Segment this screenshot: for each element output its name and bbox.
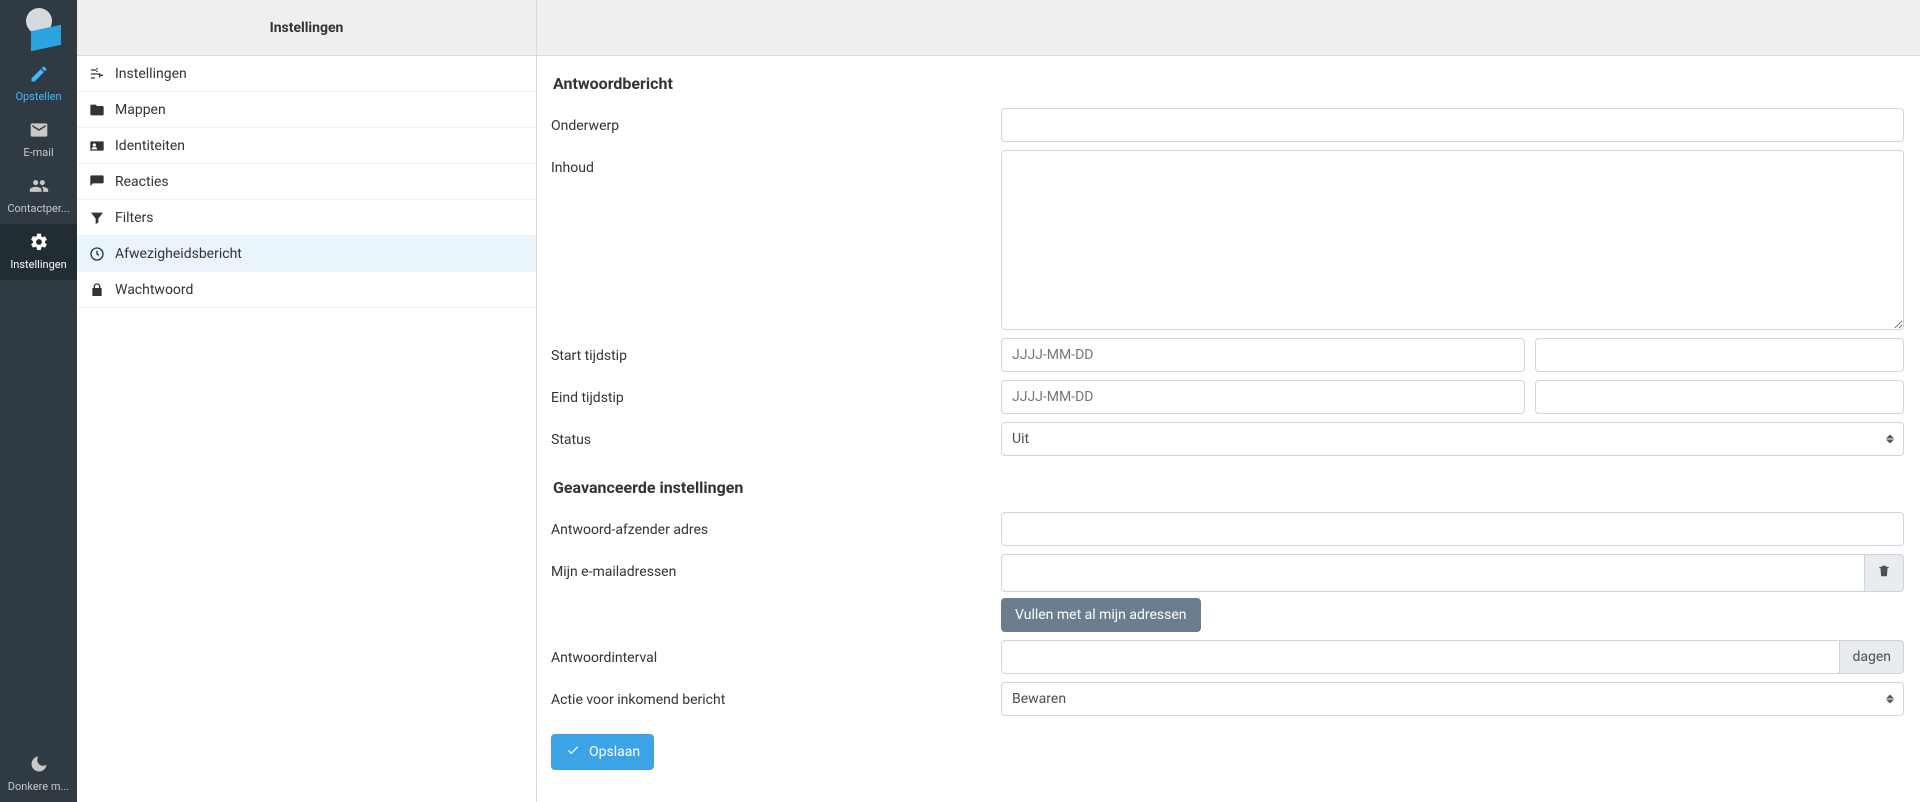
clock-icon [87, 246, 107, 262]
taskbar-contacts-label: Contactper... [7, 202, 69, 215]
compose-icon [28, 64, 50, 90]
section-title-advanced: Geavanceerde instellingen [553, 478, 1904, 497]
settings-item-label: Identiteiten [115, 138, 185, 154]
taskbar: Opstellen E-mail Contactper... Instellin… [0, 0, 77, 802]
settings-item-vacation[interactable]: Afwezigheidsbericht [77, 236, 536, 272]
settings-item-password[interactable]: Wachtwoord [77, 272, 536, 308]
interval-label: Antwoordinterval [551, 640, 1001, 666]
settings-item-label: Afwezigheidsbericht [115, 246, 242, 262]
settings-item-identities[interactable]: Identiteiten [77, 128, 536, 164]
chevron-sort-icon [1886, 435, 1894, 444]
settings-item-label: Instellingen [115, 66, 187, 82]
interval-input[interactable] [1001, 640, 1840, 674]
settings-item-responses[interactable]: Reacties [77, 164, 536, 200]
interval-unit: dagen [1840, 640, 1904, 674]
sliders-icon [87, 66, 107, 82]
chevron-sort-icon [1886, 695, 1894, 704]
settings-list: Instellingen Mappen Identiteiten Reactie… [77, 56, 536, 308]
trash-icon [1877, 563, 1891, 583]
end-time-input[interactable] [1535, 380, 1904, 414]
start-date-input[interactable] [1001, 338, 1525, 372]
taskbar-settings[interactable]: Instellingen [0, 224, 77, 280]
lock-icon [87, 282, 107, 298]
reply-sender-label: Antwoord-afzender adres [551, 512, 1001, 538]
moon-icon [28, 754, 50, 780]
start-time-input[interactable] [1535, 338, 1904, 372]
taskbar-mail-label: E-mail [23, 146, 53, 159]
folder-icon [87, 102, 107, 118]
comment-icon [87, 174, 107, 190]
incoming-action-label: Actie voor inkomend bericht [551, 682, 1001, 708]
section-title-reply: Antwoordbericht [553, 74, 1904, 93]
main-toolbar [537, 0, 1920, 56]
body-label: Inhoud [551, 150, 1001, 176]
filter-icon [87, 210, 107, 226]
delete-address-button[interactable] [1865, 554, 1904, 592]
settings-item-label: Wachtwoord [115, 282, 193, 298]
incoming-action-select[interactable]: Bewaren [1001, 682, 1904, 716]
settings-item-label: Filters [115, 210, 154, 226]
settings-item-folders[interactable]: Mappen [77, 92, 536, 128]
gear-icon [28, 232, 50, 258]
subject-input[interactable] [1001, 108, 1904, 142]
settings-sidebar-title: Instellingen [77, 0, 536, 56]
status-select[interactable]: UitAan [1001, 422, 1904, 456]
settings-sidebar: Instellingen Instellingen Mappen Identit… [77, 0, 537, 802]
settings-item-label: Reacties [115, 174, 169, 190]
taskbar-darkmode[interactable]: Donkere m... [0, 746, 77, 802]
taskbar-settings-label: Instellingen [10, 258, 66, 271]
taskbar-compose-label: Opstellen [15, 90, 61, 103]
app-logo [0, 0, 77, 56]
taskbar-compose[interactable]: Opstellen [0, 56, 77, 112]
settings-item-filters[interactable]: Filters [77, 200, 536, 236]
contacts-icon [28, 176, 50, 202]
body-textarea[interactable] [1001, 150, 1904, 330]
id-card-icon [87, 138, 107, 154]
save-button[interactable]: Opslaan [551, 734, 654, 770]
mail-icon [28, 120, 50, 146]
save-button-label: Opslaan [589, 744, 640, 760]
settings-item-preferences[interactable]: Instellingen [77, 56, 536, 92]
settings-item-label: Mappen [115, 102, 166, 118]
start-time-label: Start tijdstip [551, 338, 1001, 364]
taskbar-darkmode-label: Donkere m... [8, 780, 69, 793]
taskbar-contacts[interactable]: Contactper... [0, 168, 77, 224]
reply-sender-input[interactable] [1001, 512, 1904, 546]
end-date-input[interactable] [1001, 380, 1525, 414]
status-label: Status [551, 422, 1001, 448]
taskbar-mail[interactable]: E-mail [0, 112, 77, 168]
main-content: Antwoordbericht Onderwerp Inhoud Start t… [537, 0, 1920, 802]
subject-label: Onderwerp [551, 108, 1001, 134]
my-addresses-input[interactable] [1001, 554, 1865, 592]
check-icon [565, 743, 589, 761]
end-time-label: Eind tijdstip [551, 380, 1001, 406]
fill-addresses-button[interactable]: Vullen met al mijn adressen [1001, 598, 1201, 632]
my-addresses-label: Mijn e-mailadressen [551, 554, 1001, 580]
